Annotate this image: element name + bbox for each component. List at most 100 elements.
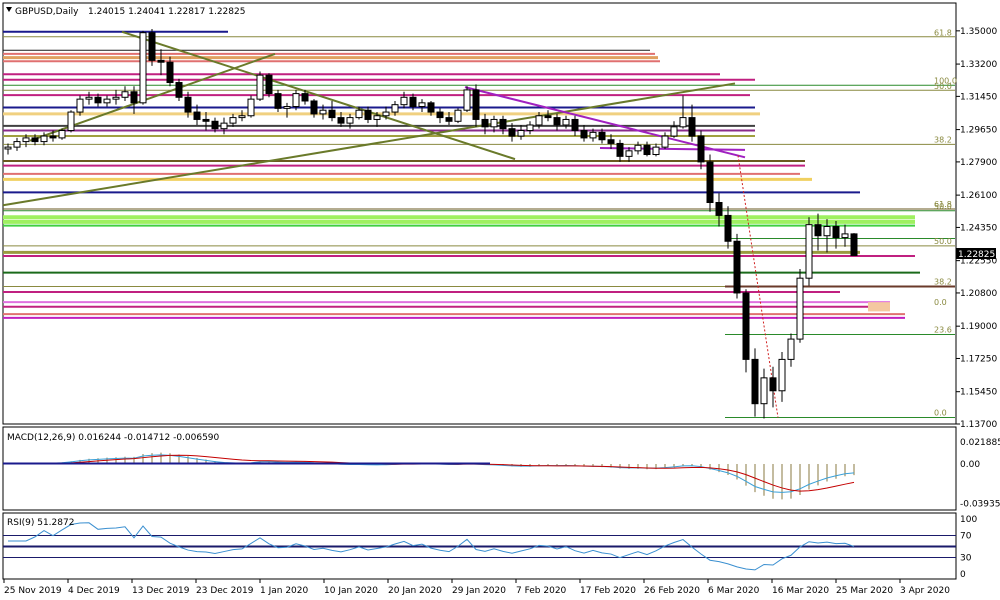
candle-body [679, 117, 687, 128]
candle-body [346, 117, 354, 124]
time-tick-label: 13 Dec 2019 [132, 586, 190, 596]
candle-body [391, 104, 399, 113]
price-tick-label: 1.33200 [960, 60, 997, 70]
candle-body [382, 111, 390, 117]
candle-body [751, 358, 759, 405]
candle-body [715, 202, 723, 216]
candle-body [688, 117, 696, 137]
candle-body [571, 118, 579, 132]
price-tick-label: 1.24350 [960, 223, 997, 233]
chart-canvas[interactable]: 61.8100.050.038.261.850.050.038.20.023.6… [0, 0, 1000, 600]
candle-body [643, 144, 651, 156]
candle-body [850, 233, 858, 256]
candle-body [706, 161, 714, 204]
candle-body [265, 74, 273, 95]
candle-body [490, 118, 498, 128]
candle-body [778, 358, 786, 392]
candle-body [76, 98, 84, 113]
candle-body [409, 96, 417, 108]
candle-body [418, 102, 426, 108]
fib-label: 50.0 [934, 82, 952, 91]
macd-tick-label: -0.039351 [960, 499, 1000, 509]
candle-body [373, 115, 381, 120]
time-axis: 25 Nov 2019 4 Dec 2019 13 Dec 2019 23 Dec 2… [3, 579, 950, 596]
price-tick-label: 1.19000 [960, 322, 997, 332]
candle-body [769, 377, 777, 392]
time-tick-label: 25 Mar 2020 [836, 586, 893, 596]
fib-label: 0.0 [934, 298, 947, 307]
candle-body [445, 117, 453, 122]
candle-body [400, 96, 408, 106]
time-tick-label: 10 Jan 2020 [324, 586, 378, 596]
candle-body [607, 139, 615, 144]
ohlc-readout: 1.24015 1.24041 1.22817 1.22825 [88, 7, 245, 17]
candle-body [103, 98, 111, 104]
candle-body [220, 122, 228, 130]
candle-body [301, 93, 309, 102]
candle-body [67, 111, 75, 132]
fib-label: 61.8 [934, 28, 952, 37]
candle-body [139, 32, 147, 104]
candle-body [625, 150, 633, 157]
candle-body [211, 120, 219, 130]
candle-body [562, 118, 570, 126]
candle-body [184, 96, 192, 113]
candle-body [85, 96, 93, 100]
rsi-title: RSI(9) 51.2872 [7, 518, 74, 528]
time-tick-label: 3 Apr 2020 [900, 586, 950, 596]
rsi-tick-label: 0 [960, 570, 966, 580]
time-tick-label: 29 Jan 2020 [452, 586, 506, 596]
candle-body [508, 128, 516, 137]
candle-body [274, 93, 282, 109]
time-tick-label: 17 Feb 2020 [580, 586, 636, 596]
candle-body [22, 137, 30, 143]
candle-body [130, 91, 138, 104]
candle-body [697, 135, 705, 163]
candle-body [4, 146, 12, 150]
time-tick-label: 16 Mar 2020 [772, 586, 829, 596]
candle-body [121, 91, 129, 98]
candle-body [40, 135, 48, 143]
candle-body [535, 115, 543, 126]
candle-body [589, 131, 597, 139]
candle-body [517, 130, 525, 137]
fib-label: 38.2 [934, 277, 952, 286]
price-tick-label: 1.20800 [960, 289, 997, 299]
candle-body [292, 93, 300, 108]
candle-body [175, 82, 183, 98]
macd-tick-label: 0.021885 [960, 438, 1000, 448]
time-tick-label: 25 Nov 2019 [4, 586, 62, 596]
fib-label: 0.0 [934, 409, 947, 418]
candle-body [193, 111, 201, 120]
fib-label: 50.0 [934, 202, 952, 211]
candle-body [229, 117, 237, 124]
candle-body [634, 144, 642, 152]
candle-body [823, 226, 831, 237]
candle-body [463, 89, 471, 111]
candle-body [337, 117, 345, 124]
candle-body [472, 89, 480, 120]
candle-body [328, 109, 336, 119]
macd-title: MACD(12,26,9) 0.016244 -0.014712 -0.0065… [7, 433, 220, 443]
candle-body [427, 102, 435, 113]
time-tick-label: 4 Dec 2019 [68, 586, 120, 596]
candle-body [841, 233, 849, 239]
price-tick-label: 1.29650 [960, 126, 997, 136]
candle-body [310, 100, 318, 115]
price-tick-label: 1.26100 [960, 191, 997, 201]
candle-body [481, 118, 489, 128]
candle-body [355, 109, 363, 119]
fib-label: 50.0 [934, 237, 952, 246]
candle-body [670, 126, 678, 137]
candle-body [661, 135, 669, 148]
price-tick-label: 1.13700 [960, 420, 997, 430]
candle-body [454, 109, 462, 122]
time-tick-label: 20 Jan 2020 [388, 586, 442, 596]
rsi-tick-label: 70 [960, 532, 972, 542]
candle-body [832, 226, 840, 239]
price-tick-label: 1.31450 [960, 92, 997, 102]
price-axis: 1.35000 1.33200 1.31450 1.29650 1.27900 1.261… [956, 27, 997, 430]
candle-body [652, 146, 660, 156]
fib-label: 23.6 [934, 325, 952, 334]
candle-body [499, 118, 507, 130]
